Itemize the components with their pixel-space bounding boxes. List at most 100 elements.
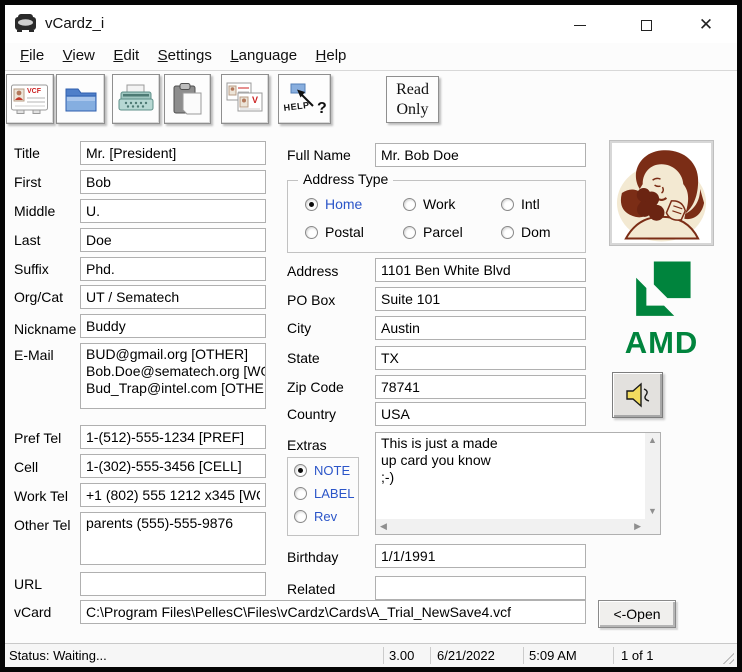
address-label: Address (287, 263, 339, 279)
close-icon: ✕ (698, 15, 714, 34)
middle-label: Middle (14, 203, 56, 219)
url-label: URL (14, 576, 43, 592)
radio-note-icon (294, 464, 307, 477)
woman-telephone-image (612, 143, 711, 243)
vcardz-app-icon (15, 14, 36, 32)
title-label: Title (14, 145, 40, 161)
status-text: Status: Waiting... (9, 648, 107, 663)
radio-work[interactable]: Work (403, 196, 455, 212)
orgcat-label: Org/Cat (14, 289, 64, 305)
pref-tel-label: Pref Tel (14, 430, 62, 446)
pobox-field[interactable] (375, 287, 586, 311)
full-name-field[interactable] (375, 143, 586, 167)
radio-dom-icon (501, 225, 514, 239)
url-field[interactable] (80, 572, 266, 596)
city-label: City (287, 320, 312, 336)
speak-button[interactable] (612, 372, 663, 418)
radio-label[interactable]: LABEL (294, 486, 354, 501)
vcard-path-field[interactable] (80, 600, 586, 624)
radio-parcel[interactable]: Parcel (403, 224, 463, 240)
vcf-card-icon: VCF (11, 84, 48, 114)
amd-arrow-icon (635, 261, 691, 316)
radio-note[interactable]: NOTE (294, 463, 350, 478)
city-field[interactable] (375, 316, 586, 340)
work-tel-label: Work Tel (14, 488, 68, 504)
zip-label: Zip Code (287, 379, 344, 395)
state-field[interactable] (375, 346, 586, 370)
related-label: Related (287, 581, 336, 597)
maximize-button[interactable] (627, 11, 665, 39)
note-vertical-scrollbar[interactable]: ▲ ▼ (645, 433, 660, 519)
clipboard-button[interactable] (164, 74, 211, 124)
svg-text:HELP: HELP (283, 100, 310, 113)
status-number: 3.00 (389, 648, 415, 663)
menu-edit[interactable]: Edit (113, 47, 139, 64)
clipboard-icon (173, 83, 201, 115)
birthday-label: Birthday (287, 549, 339, 565)
duplicate-card-button[interactable]: V (221, 74, 269, 124)
scroll-right-icon: ▶ (634, 521, 641, 531)
nickname-field[interactable] (80, 314, 266, 338)
status-date: 6/21/2022 (437, 648, 495, 663)
suffix-field[interactable] (80, 257, 266, 281)
radio-home-icon (305, 197, 318, 211)
amd-logo: AMD (612, 256, 711, 362)
read-only-button[interactable]: Read Only (386, 76, 439, 123)
radio-rev[interactable]: Rev (294, 509, 337, 524)
birthday-field[interactable] (375, 544, 586, 568)
pref-tel-field[interactable] (80, 425, 266, 449)
resize-grip[interactable] (720, 650, 734, 664)
note-text: This is just a made up card you know ;-) (381, 435, 498, 485)
radio-postal[interactable]: Postal (305, 224, 364, 240)
title-bar[interactable]: vCardz_i ✕ (5, 5, 737, 43)
country-label: Country (287, 406, 337, 422)
note-textbox[interactable]: This is just a made up card you know ;-)… (375, 432, 661, 535)
orgcat-field[interactable] (80, 285, 266, 309)
scrollbar-corner (645, 519, 660, 534)
status-count: 1 of 1 (621, 648, 654, 663)
maximize-icon (640, 19, 652, 31)
open-folder-button[interactable] (56, 74, 105, 124)
state-label: State (287, 350, 320, 366)
last-label: Last (14, 232, 41, 248)
email-field[interactable]: BUD@gmail.org [OTHER] Bob.Doe@sematech.o… (80, 343, 266, 409)
menu-language[interactable]: Language (230, 47, 297, 64)
related-field[interactable] (375, 576, 586, 600)
other-tel-field[interactable]: parents (555)-555-9876 (80, 512, 266, 565)
open-vcard-button[interactable]: <-Open (598, 600, 676, 628)
contact-photo (610, 141, 713, 245)
cell-field[interactable] (80, 454, 266, 478)
menu-help[interactable]: Help (316, 47, 347, 64)
scroll-left-icon: ◀ (380, 521, 387, 531)
first-field[interactable] (80, 170, 266, 194)
typewriter-button[interactable] (112, 74, 160, 124)
close-button[interactable]: ✕ (687, 11, 725, 39)
menu-file[interactable]: File (20, 47, 44, 64)
radio-intl[interactable]: Intl (501, 196, 540, 212)
menu-view[interactable]: View (63, 47, 95, 64)
address-field[interactable] (375, 258, 586, 282)
address-type-groupbox: Address Type (287, 171, 586, 253)
radio-dom[interactable]: Dom (501, 224, 551, 240)
title-field[interactable] (80, 141, 266, 165)
radio-home[interactable]: Home (305, 196, 362, 212)
last-field[interactable] (80, 228, 266, 252)
work-tel-field[interactable] (80, 483, 266, 507)
zip-field[interactable] (375, 375, 586, 399)
open-folder-icon (65, 88, 96, 112)
menu-settings[interactable]: Settings (158, 47, 212, 64)
minimize-button[interactable] (561, 11, 599, 39)
radio-postal-icon (305, 225, 318, 239)
note-horizontal-scrollbar[interactable]: ◀ ▶ (376, 519, 645, 534)
help-button[interactable]: HELP ? (278, 74, 331, 124)
svg-text:?: ? (317, 100, 327, 117)
country-field[interactable] (375, 402, 586, 426)
middle-field[interactable] (80, 199, 266, 223)
status-time: 5:09 AM (529, 648, 577, 663)
email-label: E-Mail (14, 347, 54, 363)
minimize-icon (574, 24, 586, 26)
svg-text:VCF: VCF (27, 88, 42, 95)
new-card-button[interactable]: VCF (6, 74, 54, 124)
radio-parcel-icon (403, 225, 416, 239)
menu-bar: File View Edit Settings Language Help (5, 44, 737, 70)
